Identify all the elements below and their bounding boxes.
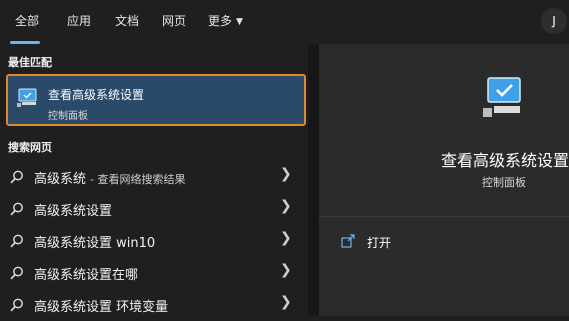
search-icon: [10, 170, 23, 184]
web-result-label: 高级系统: [34, 172, 87, 187]
open-action-label: 打开: [367, 236, 392, 250]
tab-more[interactable]: 更多 ▼: [208, 12, 243, 29]
preview-subtitle: 控制面板: [482, 176, 526, 189]
search-scope-bar: 全部 应用 文档 网页 更多 ▼ J: [0, 0, 569, 44]
monitor-check-icon: [17, 88, 37, 107]
preview-title: 查看高级系统设置: [441, 151, 569, 170]
web-result-row[interactable]: 高级系统设置在哪 ❯: [0, 257, 308, 289]
panel-divider: [308, 44, 319, 316]
avatar[interactable]: J: [541, 8, 567, 34]
preview-pane: 查看高级系统设置 控制面板 打开: [319, 44, 569, 316]
web-result-row[interactable]: 高级系统设置 环境变量 ❯: [0, 289, 308, 321]
preview-header: 查看高级系统设置 控制面板: [319, 44, 569, 212]
web-search-heading: 搜索网页: [8, 141, 52, 154]
web-result-row[interactable]: 高级系统 - 查看网络搜索结果 ❯: [0, 161, 308, 193]
open-external-icon: [341, 234, 355, 248]
best-match-heading: 最佳匹配: [8, 56, 52, 69]
web-result-label: 高级系统设置在哪: [34, 268, 139, 283]
search-icon: [10, 266, 23, 280]
chevron-right-icon: ❯: [280, 262, 292, 278]
web-result-label: 高级系统设置: [34, 204, 113, 219]
monitor-check-icon: [483, 77, 521, 117]
search-icon: [10, 202, 23, 216]
tab-documents[interactable]: 文档: [115, 12, 139, 29]
web-result-label: 高级系统设置 win10: [34, 236, 156, 251]
tab-more-label: 更多: [208, 14, 233, 28]
chevron-right-icon: ❯: [280, 230, 292, 246]
best-match-title: 查看高级系统设置: [48, 88, 145, 102]
results-panel: 最佳匹配 查看高级系统设置 控制面板 搜索网页 高级系统 - 查看网络搜索结果 ❯…: [0, 44, 308, 316]
chevron-right-icon: ❯: [280, 294, 292, 310]
chevron-right-icon: ❯: [280, 198, 292, 214]
best-match-subtitle: 控制面板: [48, 111, 88, 122]
tab-all[interactable]: 全部: [15, 12, 39, 29]
search-icon: [10, 234, 23, 248]
web-result-label: 高级系统设置 环境变量: [34, 300, 169, 315]
web-result-suffix: - 查看网络搜索结果: [90, 173, 186, 186]
tab-apps[interactable]: 应用: [67, 12, 91, 29]
chevron-down-icon: ▼: [236, 16, 243, 27]
chevron-right-icon: ❯: [280, 166, 292, 182]
best-match-item[interactable]: 查看高级系统设置 控制面板: [6, 74, 306, 126]
search-icon: [10, 298, 23, 312]
preview-separator: [319, 216, 569, 217]
web-result-row[interactable]: 高级系统设置 win10 ❯: [0, 225, 308, 257]
web-result-row[interactable]: 高级系统设置 ❯: [0, 193, 308, 225]
tab-web[interactable]: 网页: [162, 12, 186, 29]
